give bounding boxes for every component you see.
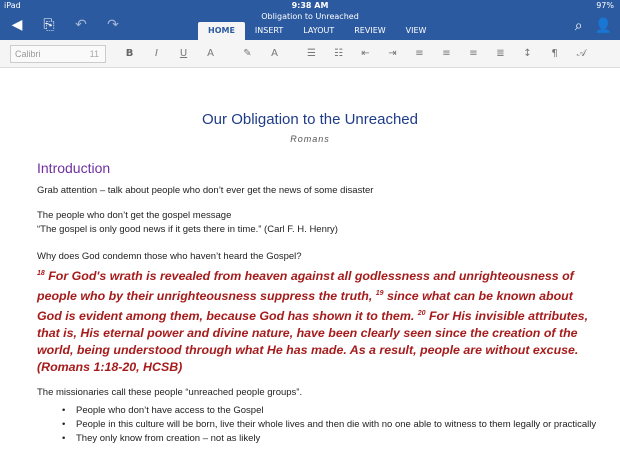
font-selector[interactable]: Calibri 11 bbox=[10, 45, 106, 63]
document-canvas[interactable]: Our Obligation to the Unreached Romans I… bbox=[0, 69, 620, 465]
tab-insert[interactable]: INSERT bbox=[245, 22, 293, 40]
formatting-toolbar: Calibri 11 B I U A ✎ A ☰ ☷ ⇤ ⇥ ≡ ≡ ≡ ≣ ↕… bbox=[0, 40, 620, 68]
back-to-files-icon[interactable]: ◀ bbox=[8, 17, 26, 33]
search-icon[interactable]: ⌕ bbox=[575, 18, 583, 34]
align-center-icon[interactable]: ≡ bbox=[433, 45, 460, 63]
status-bar: iPad 9:38 AM 97% bbox=[0, 0, 620, 12]
paragraph: The missionaries call these people “unre… bbox=[37, 387, 303, 398]
doc-heading: Our Obligation to the Unreached bbox=[202, 111, 418, 128]
redo-icon[interactable]: ↷ bbox=[104, 17, 122, 33]
justify-icon[interactable]: ≣ bbox=[487, 45, 514, 63]
list-item: People in this culture will be born, liv… bbox=[62, 418, 602, 432]
undo-icon[interactable]: ↶ bbox=[72, 17, 90, 33]
bullet-list: People who don’t have access to the Gosp… bbox=[62, 404, 602, 446]
line-spacing-icon[interactable]: ↕ bbox=[514, 45, 541, 63]
paragraph: “The gospel is only good news if it gets… bbox=[37, 224, 338, 235]
doc-subtitle: Romans bbox=[290, 134, 330, 144]
clock: 9:38 AM bbox=[291, 1, 329, 10]
align-right-icon[interactable]: ≡ bbox=[460, 45, 487, 63]
italic-button[interactable]: I bbox=[143, 45, 170, 63]
tab-view[interactable]: VIEW bbox=[396, 22, 437, 40]
verse-number: 19 bbox=[375, 290, 384, 297]
font-size[interactable]: 11 bbox=[90, 46, 99, 62]
tab-review[interactable]: REVIEW bbox=[344, 22, 395, 40]
align-left-icon[interactable]: ≡ bbox=[406, 45, 433, 63]
tab-home[interactable]: HOME bbox=[198, 22, 245, 40]
styles-icon[interactable]: 𝒜 bbox=[568, 45, 595, 63]
battery-indicator: 97% bbox=[596, 1, 614, 10]
list-item: People who don’t have access to the Gosp… bbox=[62, 404, 602, 418]
ribbon-tabs: HOME INSERT LAYOUT REVIEW VIEW bbox=[198, 22, 436, 40]
paragraph: Grab attention – talk about people who d… bbox=[37, 185, 374, 196]
separator bbox=[288, 45, 298, 63]
font-color-button[interactable]: A bbox=[261, 45, 288, 63]
paragraph-marks-icon[interactable]: ¶ bbox=[541, 45, 568, 63]
bold-button[interactable]: B bbox=[116, 45, 143, 63]
section-heading-introduction: Introduction bbox=[37, 160, 111, 176]
ribbon-header: iPad 9:38 AM 97% Obligation to Unreached… bbox=[0, 0, 620, 40]
paragraph: Why does God condemn those who haven’t h… bbox=[37, 251, 302, 262]
increase-indent-icon[interactable]: ⇥ bbox=[379, 45, 406, 63]
decrease-indent-icon[interactable]: ⇤ bbox=[352, 45, 379, 63]
verse-number: 20 bbox=[417, 310, 426, 317]
font-name: Calibri bbox=[15, 49, 41, 59]
share-person-icon[interactable]: 👤 bbox=[595, 18, 612, 34]
highlight-icon[interactable]: ✎ bbox=[234, 45, 261, 63]
paragraph: The people who don’t get the gospel mess… bbox=[37, 210, 232, 221]
tab-layout[interactable]: LAYOUT bbox=[293, 22, 344, 40]
separator bbox=[224, 45, 234, 63]
save-icon[interactable]: ⎘ bbox=[40, 17, 58, 33]
text-effects-button[interactable]: A bbox=[197, 45, 224, 63]
list-item: They only know from creation – not as li… bbox=[62, 432, 602, 446]
underline-button[interactable]: U bbox=[170, 45, 197, 63]
scripture-quote: 18 For God's wrath is revealed from heav… bbox=[37, 265, 597, 376]
bullet-list-icon[interactable]: ☰ bbox=[298, 45, 325, 63]
numbered-list-icon[interactable]: ☷ bbox=[325, 45, 352, 63]
verse-number: 18 bbox=[37, 270, 45, 277]
